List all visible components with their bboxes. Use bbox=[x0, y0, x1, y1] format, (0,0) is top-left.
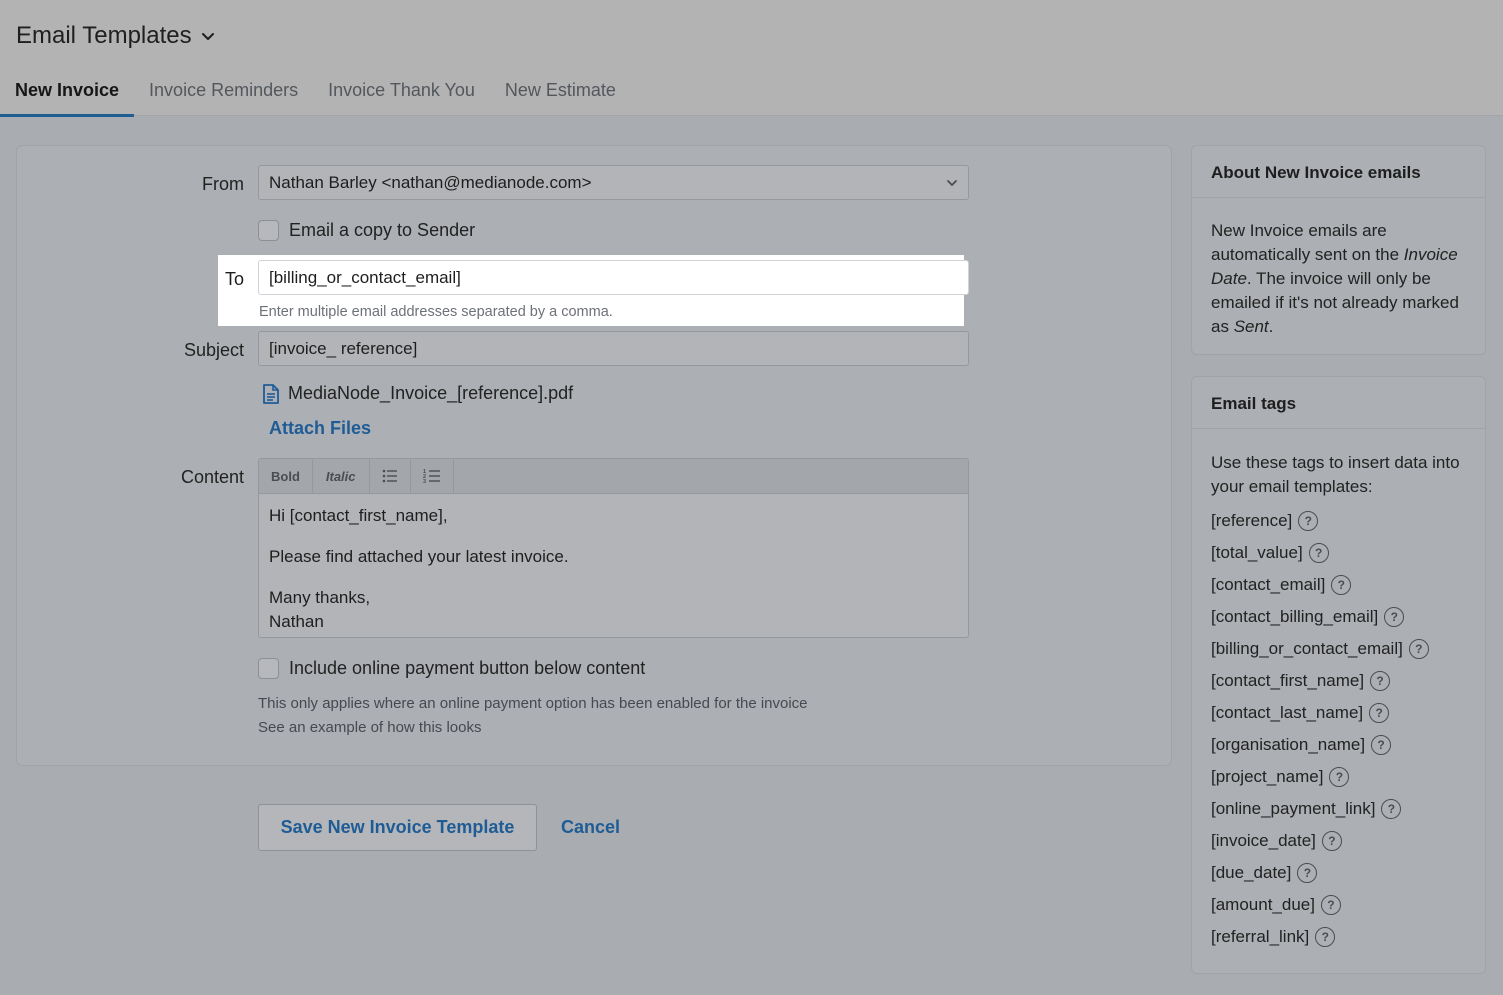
document-icon bbox=[263, 383, 279, 404]
to-hint: Enter multiple email addresses separated… bbox=[259, 304, 613, 320]
email-tag-label: [amount_due] bbox=[1211, 895, 1315, 914]
email-tag-item: [amount_due]? bbox=[1211, 889, 1466, 921]
save-template-button[interactable]: Save New Invoice Template bbox=[258, 804, 537, 851]
subject-label: Subject bbox=[183, 340, 244, 360]
content-label: Content bbox=[180, 467, 244, 487]
help-circle-icon[interactable]: ? bbox=[1297, 863, 1318, 883]
email-tag-item: [organisation_name]? bbox=[1211, 729, 1466, 761]
email-tag-label: [referral_link] bbox=[1211, 927, 1310, 946]
numbered-list-button[interactable]: 1 2 3 bbox=[411, 459, 454, 493]
help-circle-icon[interactable]: ? bbox=[1329, 767, 1350, 787]
page-title: Email Templates bbox=[16, 22, 192, 49]
email-tag-item: [invoice_date]? bbox=[1211, 825, 1466, 857]
help-circle-icon[interactable]: ? bbox=[1308, 543, 1329, 563]
attachment-item: MediaNode_Invoice_[reference].pdf bbox=[262, 383, 573, 404]
email-tag-label: [contact_billing_email] bbox=[1211, 607, 1379, 626]
email-tag-item: [referral_link]? bbox=[1211, 921, 1466, 953]
numbered-list-icon: 1 2 3 bbox=[423, 469, 440, 484]
bullet-list-button[interactable] bbox=[370, 459, 411, 493]
payment-note: This only applies where an online paymen… bbox=[258, 695, 808, 712]
content-greeting: Hi [contact_first_name], bbox=[269, 506, 448, 525]
help-circle-icon[interactable]: ? bbox=[1384, 607, 1405, 627]
content-editor[interactable]: Bold Italic 1 2 3 Hi [contact_first_name… bbox=[258, 458, 969, 638]
from-value: Nathan Barley <nathan@medianode.com> bbox=[269, 173, 592, 192]
email-tag-item: [online_payment_link]? bbox=[1211, 793, 1466, 825]
email-tag-item: [billing_or_contact_email]? bbox=[1211, 633, 1466, 665]
email-tag-item: [contact_billing_email]? bbox=[1211, 601, 1466, 633]
email-tag-label: [due_date] bbox=[1211, 863, 1292, 882]
email-tags-panel: Email tags Use these tags to insert data… bbox=[1191, 376, 1486, 974]
payment-button-label: Include online payment button below cont… bbox=[289, 658, 646, 678]
about-title: About New Invoice emails bbox=[1192, 146, 1485, 198]
email-tag-item: [total_value]? bbox=[1211, 537, 1466, 569]
email-tag-item: [due_date]? bbox=[1211, 857, 1466, 889]
subject-input[interactable]: [invoice_ reference] bbox=[258, 331, 969, 366]
tab-invoice-reminders[interactable]: Invoice Reminders bbox=[134, 76, 313, 116]
email-tags-title: Email tags bbox=[1192, 377, 1485, 429]
copy-sender-row: Email a copy to Sender bbox=[258, 220, 475, 241]
help-circle-icon[interactable]: ? bbox=[1408, 639, 1429, 659]
bold-button[interactable]: Bold bbox=[259, 459, 313, 493]
editor-toolbar: Bold Italic 1 2 3 bbox=[259, 459, 968, 494]
email-tags-list: [reference]? [total_value]? [contact_email… bbox=[1192, 505, 1485, 953]
payment-button-checkbox[interactable] bbox=[258, 658, 279, 679]
attach-files-link[interactable]: Attach Files bbox=[269, 418, 371, 439]
content-name: Nathan bbox=[269, 612, 324, 631]
email-tag-item: [contact_last_name]? bbox=[1211, 697, 1466, 729]
email-tags-intro: Use these tags to insert data into your … bbox=[1211, 453, 1460, 496]
cancel-link[interactable]: Cancel bbox=[561, 817, 620, 838]
email-tag-label: [billing_or_contact_email] bbox=[1211, 639, 1403, 658]
help-circle-icon[interactable]: ? bbox=[1370, 671, 1391, 691]
help-circle-icon[interactable]: ? bbox=[1298, 511, 1319, 531]
email-tag-label: [invoice_date] bbox=[1211, 831, 1316, 850]
help-circle-icon[interactable]: ? bbox=[1369, 703, 1390, 723]
help-circle-icon[interactable]: ? bbox=[1331, 575, 1352, 595]
to-field-group: To [billing_or_contact_email] Enter mult… bbox=[218, 255, 969, 326]
tab-new-estimate[interactable]: New Estimate bbox=[490, 76, 631, 116]
email-tag-label: [total_value] bbox=[1211, 543, 1303, 562]
copy-sender-checkbox[interactable] bbox=[258, 220, 279, 241]
svg-text:3: 3 bbox=[423, 479, 426, 484]
help-circle-icon[interactable]: ? bbox=[1321, 831, 1342, 851]
chevron-down-icon bbox=[201, 33, 214, 40]
tab-invoice-thank-you[interactable]: Invoice Thank You bbox=[313, 76, 490, 116]
from-select[interactable]: Nathan Barley <nathan@medianode.com> bbox=[258, 165, 969, 200]
email-tag-label: [reference] bbox=[1211, 511, 1293, 530]
tab-new-invoice[interactable]: New Invoice bbox=[0, 76, 135, 117]
help-circle-icon[interactable]: ? bbox=[1371, 735, 1392, 755]
from-label: From bbox=[202, 174, 244, 194]
about-text: New Invoice emails are automatically sen… bbox=[1211, 221, 1459, 336]
email-tag-item: [project_name]? bbox=[1211, 761, 1466, 793]
to-label: To bbox=[224, 269, 244, 289]
content-signoff: Many thanks, bbox=[269, 588, 371, 607]
page-title-dropdown[interactable]: Email Templates bbox=[16, 22, 216, 50]
email-tag-item: [contact_email]? bbox=[1211, 569, 1466, 601]
chevron-down-icon bbox=[947, 180, 957, 187]
content-body: Please find attached your latest invoice… bbox=[269, 547, 569, 566]
email-tag-label: [contact_email] bbox=[1211, 575, 1326, 594]
help-circle-icon[interactable]: ? bbox=[1315, 927, 1336, 947]
email-tag-item: [contact_first_name]? bbox=[1211, 665, 1466, 697]
email-tag-item: [reference]? bbox=[1211, 505, 1466, 537]
editor-body[interactable]: Hi [contact_first_name], Please find att… bbox=[259, 494, 968, 634]
attachment-name: MediaNode_Invoice_[reference].pdf bbox=[288, 383, 574, 403]
email-tag-label: [project_name] bbox=[1211, 767, 1324, 786]
email-tag-label: [contact_first_name] bbox=[1211, 671, 1365, 690]
email-tag-label: [online_payment_link] bbox=[1211, 799, 1376, 818]
payment-button-row: Include online payment button below cont… bbox=[258, 658, 645, 679]
copy-sender-label: Email a copy to Sender bbox=[289, 220, 476, 240]
italic-button[interactable]: Italic bbox=[313, 459, 370, 493]
page-header: Email Templates New Invoice Invoice Remi… bbox=[0, 0, 1503, 117]
example-link[interactable]: See an example of how this looks bbox=[258, 719, 481, 736]
email-tag-label: [organisation_name] bbox=[1211, 735, 1366, 754]
about-panel: About New Invoice emails New Invoice ema… bbox=[1191, 145, 1486, 355]
tab-bar: New Invoice Invoice Reminders Invoice Th… bbox=[0, 76, 631, 117]
help-circle-icon[interactable]: ? bbox=[1320, 895, 1341, 915]
help-circle-icon[interactable]: ? bbox=[1381, 799, 1402, 819]
to-input[interactable]: [billing_or_contact_email] bbox=[258, 260, 969, 295]
email-tag-label: [contact_last_name] bbox=[1211, 703, 1364, 722]
bullet-list-icon bbox=[382, 469, 397, 483]
